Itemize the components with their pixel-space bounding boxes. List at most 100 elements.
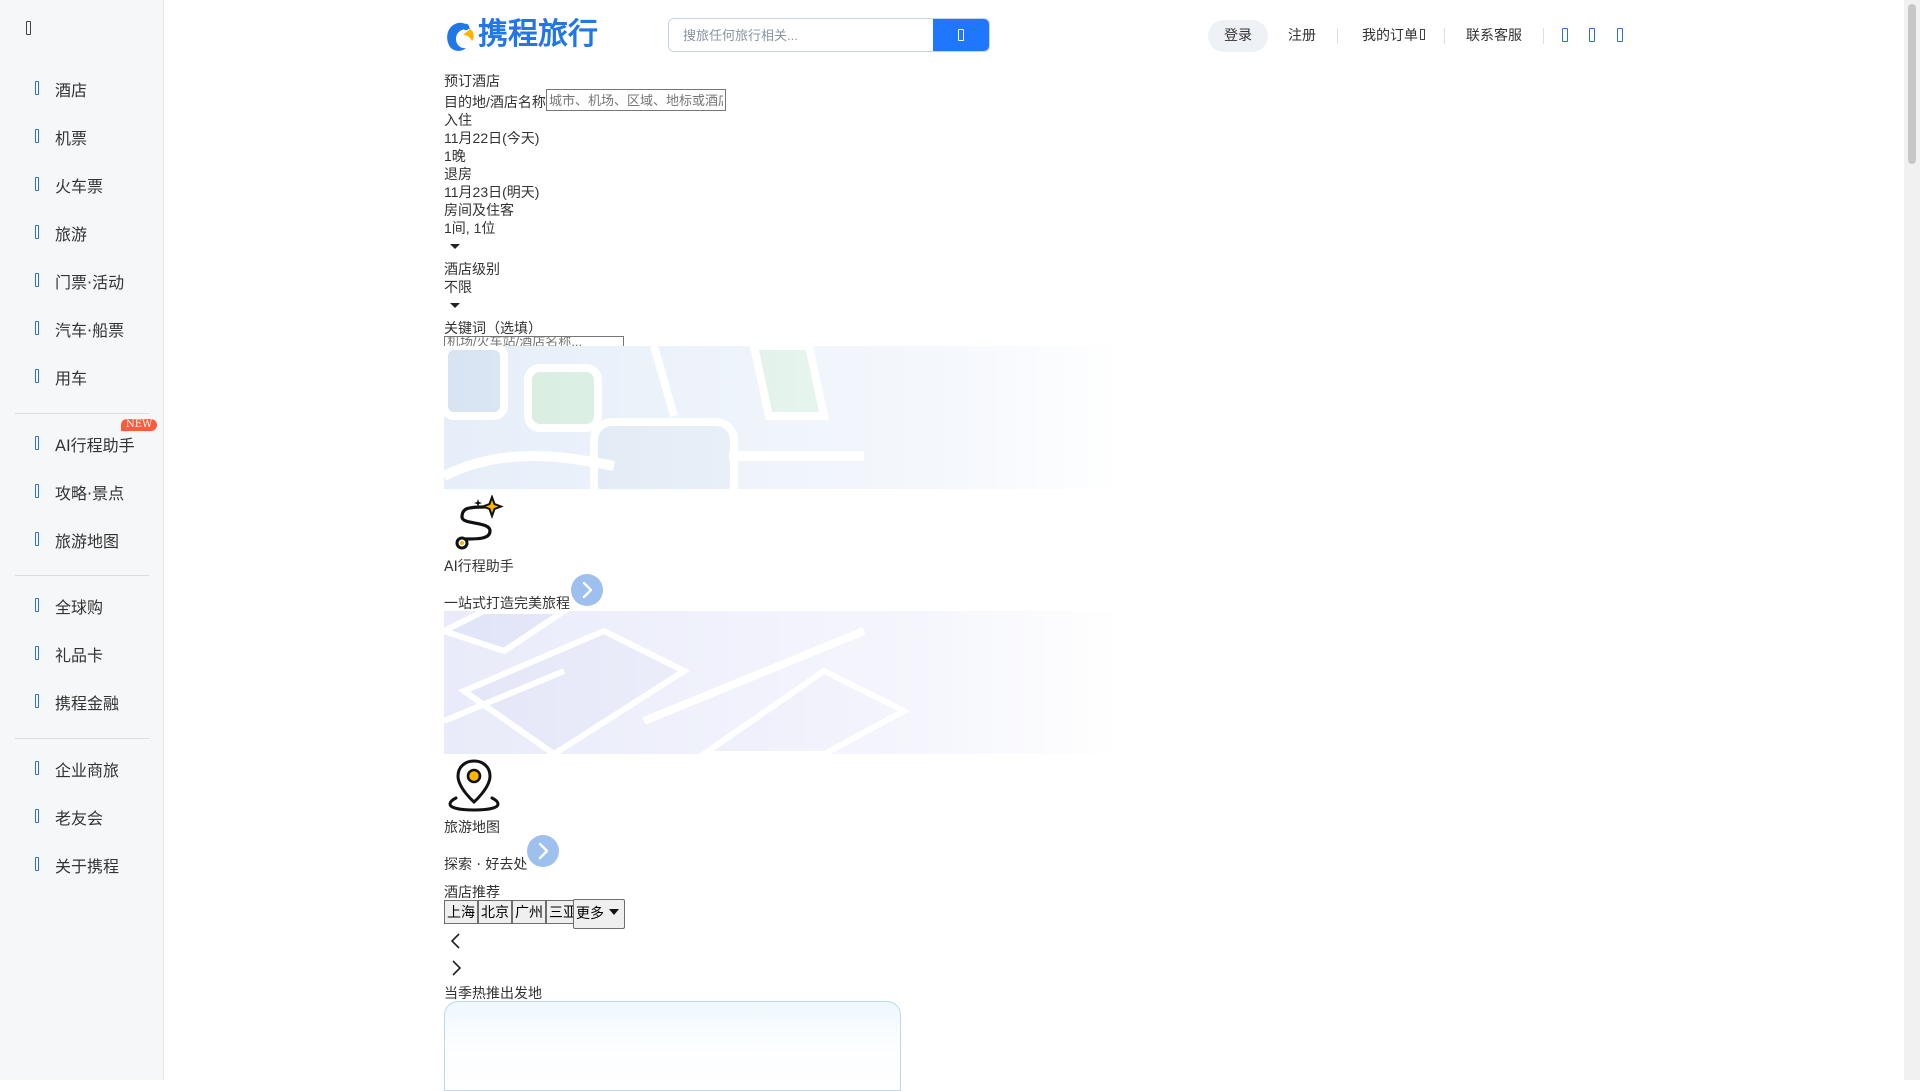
- register-link[interactable]: 注册: [1288, 20, 1316, 52]
- destination-label: 目的地/酒店名称: [444, 94, 546, 110]
- app-icon[interactable]: [1562, 28, 1568, 42]
- sidebar-item-icon: [35, 598, 39, 612]
- promo-banner-bg: [444, 346, 1124, 489]
- sidebar: 酒店机票火车票旅游门票·活动汽车·船票用车 AI行程助手 NEW 攻略·景点旅游地图…: [0, 0, 164, 1080]
- chevron-right-icon[interactable]: [571, 574, 603, 606]
- nav-group-shopping: 全球购礼品卡携程金融: [0, 582, 164, 726]
- nav-group-main: 酒店机票火车票旅游门票·活动汽车·船票用车: [0, 65, 164, 401]
- my-orders-menu[interactable]: 我的订单: [1362, 20, 1425, 52]
- sidebar-item-icon: [35, 646, 39, 660]
- sidebar-item[interactable]: 旅游: [0, 209, 164, 257]
- city-tab[interactable]: 北京: [478, 900, 512, 924]
- sidebar-item-label: 酒店: [55, 81, 88, 100]
- menu-toggle-icon[interactable]: [22, 18, 42, 38]
- sidebar-item[interactable]: 火车票: [0, 161, 164, 209]
- divider: [15, 413, 149, 414]
- sidebar-item[interactable]: 用车: [0, 353, 164, 401]
- sidebar-item-icon: [35, 484, 39, 498]
- sidebar-item-icon: [35, 761, 39, 775]
- chevron-right-icon[interactable]: [449, 959, 463, 977]
- sidebar-item[interactable]: 老友会: [0, 793, 164, 841]
- sidebar-item-icon: [35, 369, 39, 383]
- sidebar-item[interactable]: 机票: [0, 113, 164, 161]
- sidebar-item-icon: [35, 273, 39, 287]
- sidebar-item-label: 旅游地图: [55, 532, 120, 551]
- search-icon: [958, 29, 964, 41]
- city-tab[interactable]: 广州: [512, 900, 546, 924]
- sidebar-item-icon: [35, 532, 39, 546]
- sidebar-item-icon: [35, 809, 39, 823]
- keyword-input[interactable]: [444, 336, 624, 346]
- chevron-down-icon[interactable]: [450, 303, 460, 308]
- sidebar-item-label: 全球购: [55, 598, 104, 617]
- message-icon[interactable]: [1589, 28, 1595, 42]
- sidebar-item-label: 用车: [55, 369, 88, 388]
- scrollbar-thumb[interactable]: [1908, 4, 1916, 164]
- sidebar-item[interactable]: 旅游地图: [0, 516, 164, 564]
- promo-title[interactable]: 旅游地图: [444, 817, 500, 837]
- sidebar-item-label: 关于携程: [55, 857, 120, 876]
- chevron-down-icon[interactable]: [450, 244, 460, 249]
- city-tab[interactable]: 上海: [444, 900, 478, 924]
- sidebar-item-label: 携程金融: [55, 694, 120, 713]
- checkin-label: 入住: [444, 112, 472, 128]
- search-input[interactable]: [669, 19, 947, 51]
- sidebar-item-icon: [35, 81, 39, 95]
- chevron-down-icon: [1420, 29, 1425, 40]
- search-button[interactable]: [933, 19, 989, 51]
- more-cities-button[interactable]: 更多: [573, 899, 625, 929]
- map-illustration: [444, 346, 1124, 489]
- chevron-down-icon: [609, 909, 619, 915]
- customer-service-link[interactable]: 联系客服: [1466, 20, 1522, 52]
- sidebar-item[interactable]: 礼品卡: [0, 630, 164, 678]
- destination-input[interactable]: [546, 89, 726, 111]
- sidebar-item[interactable]: 全球购: [0, 582, 164, 630]
- new-badge: NEW: [121, 419, 158, 431]
- login-button[interactable]: 登录: [1208, 20, 1268, 52]
- divider: [1543, 28, 1544, 44]
- divider: [1337, 28, 1338, 44]
- user-icon[interactable]: [1617, 28, 1623, 42]
- checkin-date[interactable]: 11月22日(今天): [444, 128, 539, 148]
- sidebar-item-label: 旅游: [55, 225, 88, 244]
- my-orders-label: 我的订单: [1362, 28, 1418, 44]
- ctrip-logo[interactable]: 携程旅行: [444, 17, 640, 53]
- sidebar-item[interactable]: 企业商旅: [0, 745, 164, 793]
- sidebar-item-label: 机票: [55, 129, 88, 148]
- sidebar-item-label: AI行程助手: [55, 436, 135, 455]
- sidebar-item[interactable]: 携程金融: [0, 678, 164, 726]
- logo-text: 携程旅行: [478, 17, 598, 52]
- rooms-guests-value[interactable]: 1间, 1位: [444, 218, 495, 238]
- sidebar-item[interactable]: 关于携程: [0, 841, 164, 889]
- divider: [15, 575, 149, 576]
- sidebar-item-label: 火车票: [55, 177, 104, 196]
- nav-group-about: 企业商旅老友会关于携程: [0, 745, 164, 889]
- sidebar-item-icon: [35, 857, 39, 871]
- map-pin-icon: [448, 758, 500, 816]
- sidebar-item-icon: [35, 694, 39, 708]
- promo-subtitle: 探索 · 好去处: [444, 857, 528, 873]
- page-scrollbar[interactable]: [1904, 0, 1920, 1080]
- more-label: 更多: [576, 905, 604, 921]
- hotel-form-title: 预订酒店: [444, 73, 500, 89]
- keyword-label: 关键词（选填）: [444, 320, 542, 336]
- nights-count: 1晚: [444, 148, 466, 164]
- sidebar-item[interactable]: 攻略·景点: [0, 468, 164, 516]
- checkout-date[interactable]: 11月23日(明天): [444, 182, 539, 202]
- hotel-level-value[interactable]: 不限: [444, 277, 472, 297]
- checkout-label: 退房: [444, 166, 472, 182]
- map-illustration: [444, 611, 1124, 754]
- sidebar-item-icon: [35, 177, 39, 191]
- sidebar-item-label: 企业商旅: [55, 761, 120, 780]
- sidebar-item-label: 门票·活动: [55, 273, 125, 292]
- chevron-right-icon[interactable]: [527, 835, 559, 867]
- sidebar-item[interactable]: 汽车·船票: [0, 305, 164, 353]
- sidebar-item[interactable]: 门票·活动: [0, 257, 164, 305]
- chevron-left-icon[interactable]: [449, 932, 463, 950]
- sidebar-item-icon: [35, 129, 39, 143]
- sidebar-item[interactable]: 酒店: [0, 65, 164, 113]
- season-card[interactable]: [444, 1001, 901, 1091]
- promo-title[interactable]: AI行程助手: [444, 556, 514, 576]
- sidebar-item-label: 汽车·船票: [55, 321, 125, 340]
- sidebar-item[interactable]: AI行程助手 NEW: [0, 419, 164, 468]
